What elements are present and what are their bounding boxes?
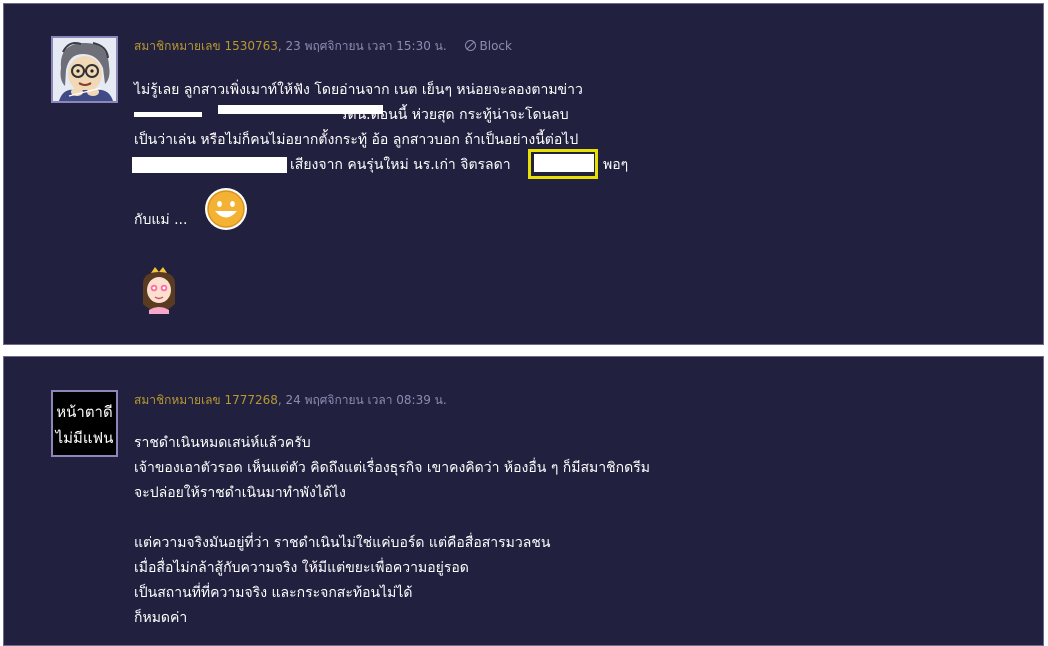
comment-line-text: เสียงจาก คนรุ่นใหม่ นร.เก่า จิตรลดา	[290, 157, 511, 173]
avatar-text-icon: หน้าตาดี ไม่มีแฟน	[53, 392, 116, 455]
comment-line: เจ้าของเอาตัวรอด เห็นแต่ตัว คิดถึงแต่เรื…	[134, 460, 650, 476]
smiley-emoticon-icon	[205, 188, 247, 230]
comment-datetime: , 23 พฤศจิกายน เวลา 15:30 น.	[277, 39, 447, 53]
comment-body: ราชดำเนินหมดเสน่ห์แล้วครับ เจ้าของเอาตัว…	[134, 431, 650, 631]
comment-body-tail: กับแม่ ...	[134, 208, 187, 233]
comment-line: เมื่อสื่อไม่กล้าสู้กับความจริง ให้มีแต่ข…	[134, 560, 469, 576]
princess-emoticon-icon	[143, 267, 175, 314]
avatar-illustration-icon	[53, 38, 116, 101]
comment-line-text: พอๆ	[603, 157, 629, 173]
comment-meta: สมาชิกหมายเลข 1777268, 24 พฤศจิกายน เวลา…	[134, 391, 447, 410]
comment-line: ก็หมดค่า	[134, 610, 188, 626]
avatar[interactable]	[51, 36, 118, 103]
highlight-box	[528, 149, 598, 179]
comment-meta: สมาชิกหมายเลข 1530763, 23 พฤศจิกายน เวลา…	[134, 37, 512, 56]
comment-line: เป็นว่าเล่น หรือไม่ก็คนไม่อยากตั้งกระทู้…	[134, 132, 579, 148]
comment-line: ราชดำเนินหมดเสน่ห์แล้วครับ	[134, 435, 311, 451]
member-prefix[interactable]: สมาชิกหมายเลข	[134, 39, 221, 53]
redaction-mark	[134, 112, 202, 117]
comment-line: แต่ความจริงมันอยู่ที่ว่า ราชดำเนินไม่ใช่…	[134, 535, 551, 551]
redaction-mark	[132, 157, 287, 173]
comment-line	[134, 506, 650, 531]
block-label: Block	[479, 39, 512, 53]
comment-card: สมาชิกหมายเลข 1530763, 23 พฤศจิกายน เวลา…	[3, 3, 1044, 345]
member-id[interactable]: 1530763	[224, 39, 277, 53]
block-button[interactable]: Block	[464, 39, 512, 53]
block-icon	[464, 40, 476, 51]
comment-line: เป็นสถานที่ที่ความจริง และกระจกสะท้อนไม่…	[134, 585, 413, 601]
avatar-text-line: หน้าตาดี	[56, 403, 112, 421]
avatar-text-line: ไม่มีแฟน	[55, 429, 114, 447]
comment-datetime: , 24 พฤศจิกายน เวลา 08:39 น.	[277, 393, 447, 407]
member-prefix[interactable]: สมาชิกหมายเลข	[134, 393, 221, 407]
comment-line: ไม่รู้เลย ลูกสาวเพิ่งเมาท์ให้ฟัง โดยอ่าน…	[134, 82, 583, 98]
comment-line: จะปล่อยให้ราชดำเนินมาทำพังได้ไง	[134, 485, 346, 501]
member-id[interactable]: 1777268	[224, 393, 277, 407]
comment-card: หน้าตาดี ไม่มีแฟน สมาชิกหมายเลข 1777268,…	[3, 356, 1044, 646]
redaction-mark	[218, 105, 383, 114]
avatar[interactable]: หน้าตาดี ไม่มีแฟน	[51, 390, 118, 457]
comment-line: กับแม่ ...	[134, 212, 188, 228]
